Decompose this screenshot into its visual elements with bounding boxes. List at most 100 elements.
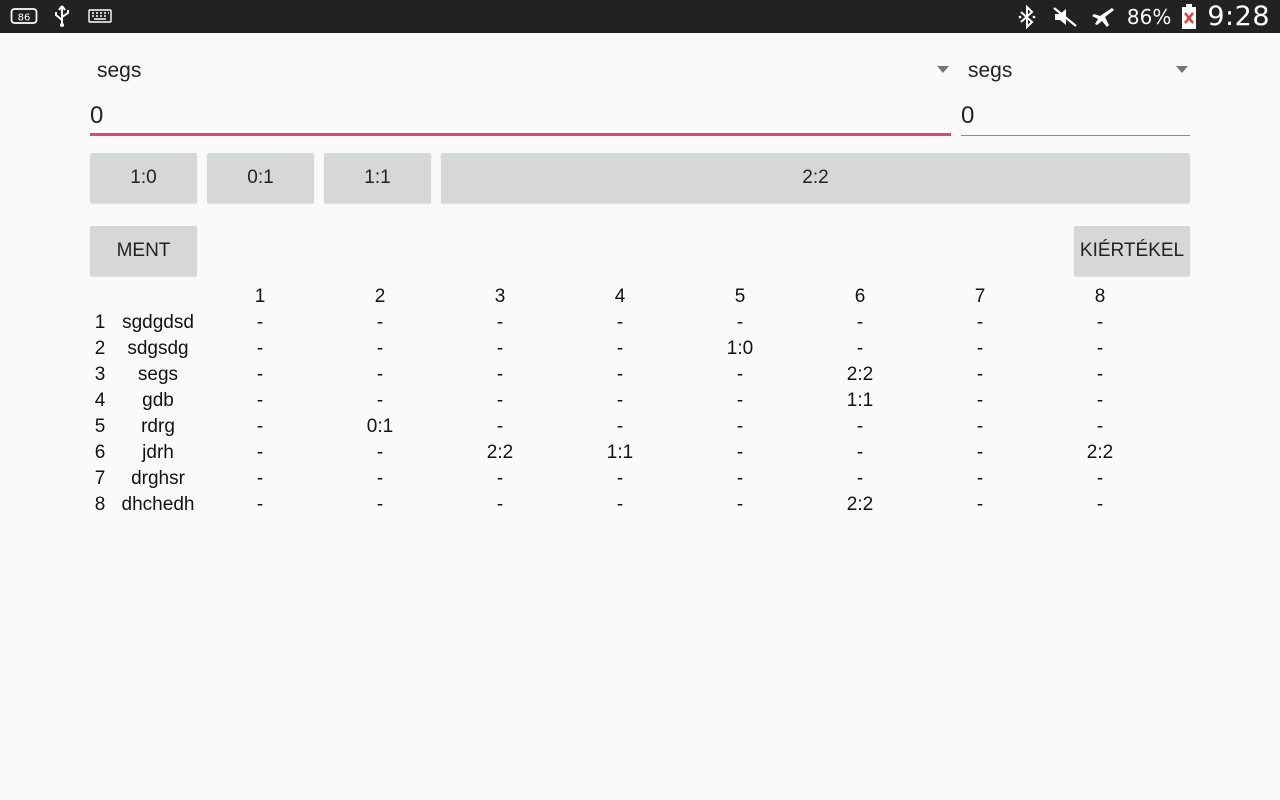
result-cell: - xyxy=(616,390,624,411)
result-cell: - xyxy=(496,312,504,333)
player-two-score-field xyxy=(961,98,1190,138)
airplane-mode-icon xyxy=(1089,6,1117,28)
result-cell: - xyxy=(1096,494,1104,515)
result-cell: - xyxy=(1096,468,1104,489)
result-cell: - xyxy=(376,312,384,333)
result-cell: - xyxy=(616,468,624,489)
result-cell: - xyxy=(376,390,384,411)
table-row: 8 dhchedh - - - - - 2:2 - - xyxy=(90,492,1190,518)
clock: 9:28 xyxy=(1207,1,1270,32)
column-header: 8 xyxy=(1094,286,1106,307)
row-index: 1 xyxy=(94,312,106,333)
row-index: 7 xyxy=(94,468,106,489)
player-one-spinner[interactable]: segs xyxy=(90,52,952,90)
column-header: 7 xyxy=(974,286,986,307)
result-cell: - xyxy=(256,442,264,463)
result-cell: - xyxy=(496,494,504,515)
row-index: 3 xyxy=(94,364,106,385)
player-one-score-input[interactable] xyxy=(90,98,951,134)
result-cell: - xyxy=(856,442,864,463)
result-cell: - xyxy=(856,468,864,489)
result-cell: - xyxy=(256,338,264,359)
result-cell: - xyxy=(256,390,264,411)
row-index: 4 xyxy=(94,390,106,411)
status-bar-left: 86 xyxy=(10,5,114,27)
result-1-1-button[interactable]: 1:1 xyxy=(324,153,431,203)
row-index: 2 xyxy=(94,338,106,359)
iso-badge-icon: 86 xyxy=(10,5,38,27)
result-cell: - xyxy=(736,312,744,333)
result-cell: - xyxy=(736,468,744,489)
result-cell: - xyxy=(376,442,384,463)
result-cell: - xyxy=(976,416,984,437)
result-cell: - xyxy=(1096,416,1104,437)
result-cell: - xyxy=(736,416,744,437)
table-row: 5 rdrg - 0:1 - - - - - - xyxy=(90,414,1190,440)
player-name: rdrg xyxy=(141,416,175,437)
table-row: 7 drghsr - - - - - - - - xyxy=(90,466,1190,492)
table-row: 3 segs - - - - - 2:2 - - xyxy=(90,362,1190,388)
column-header: 4 xyxy=(614,286,626,307)
player-name: jdrh xyxy=(142,442,174,463)
result-1-0-button[interactable]: 1:0 xyxy=(90,153,197,203)
table-header-row: 1 2 3 4 5 6 7 8 xyxy=(90,284,1190,310)
table-row: 4 gdb - - - - - 1:1 - - xyxy=(90,388,1190,414)
player-name: dhchedh xyxy=(121,494,195,515)
column-header: 5 xyxy=(734,286,746,307)
player-two-score-input[interactable] xyxy=(961,98,1190,134)
bluetooth-icon xyxy=(1013,4,1041,29)
row-index: 5 xyxy=(94,416,106,437)
result-cell: - xyxy=(736,442,744,463)
result-cell: 2:2 xyxy=(846,494,874,515)
status-bar: 86 86% 9:28 xyxy=(0,0,1280,33)
dropdown-arrow-icon xyxy=(1176,66,1188,73)
column-header: 1 xyxy=(254,286,266,307)
result-cell: - xyxy=(976,364,984,385)
table-row: 6 jdrh - - 2:2 1:1 - - - 2:2 xyxy=(90,440,1190,466)
player-name: segs xyxy=(137,364,179,385)
battery-icon xyxy=(1181,3,1197,29)
result-cell: - xyxy=(376,494,384,515)
result-cell: 0:1 xyxy=(366,416,394,437)
result-cell: - xyxy=(856,416,864,437)
input-underline xyxy=(90,133,951,136)
result-cell: - xyxy=(856,338,864,359)
player-two-spinner-value: segs xyxy=(968,59,1013,82)
result-cell: - xyxy=(736,494,744,515)
result-cell: - xyxy=(496,338,504,359)
evaluate-button[interactable]: KIÉRTÉKEL xyxy=(1074,226,1190,276)
result-2-2-button[interactable]: 2:2 xyxy=(441,153,1190,203)
column-header: 6 xyxy=(854,286,866,307)
row-index: 8 xyxy=(94,494,106,515)
result-cell: 2:2 xyxy=(1086,442,1114,463)
column-header: 3 xyxy=(494,286,506,307)
result-cell: - xyxy=(256,494,264,515)
result-cell: - xyxy=(1096,312,1104,333)
result-cell: - xyxy=(976,338,984,359)
result-cell: 2:2 xyxy=(486,442,514,463)
result-cell: - xyxy=(1096,390,1104,411)
result-cell: - xyxy=(376,364,384,385)
result-cell: - xyxy=(376,468,384,489)
input-underline xyxy=(961,134,1190,136)
result-cell: - xyxy=(496,364,504,385)
row-index: 6 xyxy=(94,442,106,463)
result-cell: - xyxy=(1096,338,1104,359)
result-cell: 1:1 xyxy=(606,442,634,463)
svg-text:86: 86 xyxy=(18,13,31,24)
result-cell: - xyxy=(256,312,264,333)
result-cell: - xyxy=(856,312,864,333)
result-cell: 1:0 xyxy=(726,338,754,359)
save-button[interactable]: MENT xyxy=(90,226,197,276)
battery-percent: 86% xyxy=(1126,4,1172,29)
usb-icon xyxy=(48,5,76,27)
player-two-spinner[interactable]: segs xyxy=(961,52,1191,90)
result-cell: - xyxy=(976,312,984,333)
result-cell: - xyxy=(1096,364,1104,385)
player-one-spinner-value: segs xyxy=(97,59,142,82)
status-bar-right: 86% 9:28 xyxy=(1013,0,1270,33)
column-header: 2 xyxy=(374,286,386,307)
result-0-1-button[interactable]: 0:1 xyxy=(207,153,314,203)
keyboard-icon xyxy=(86,5,114,27)
result-cell: - xyxy=(496,390,504,411)
